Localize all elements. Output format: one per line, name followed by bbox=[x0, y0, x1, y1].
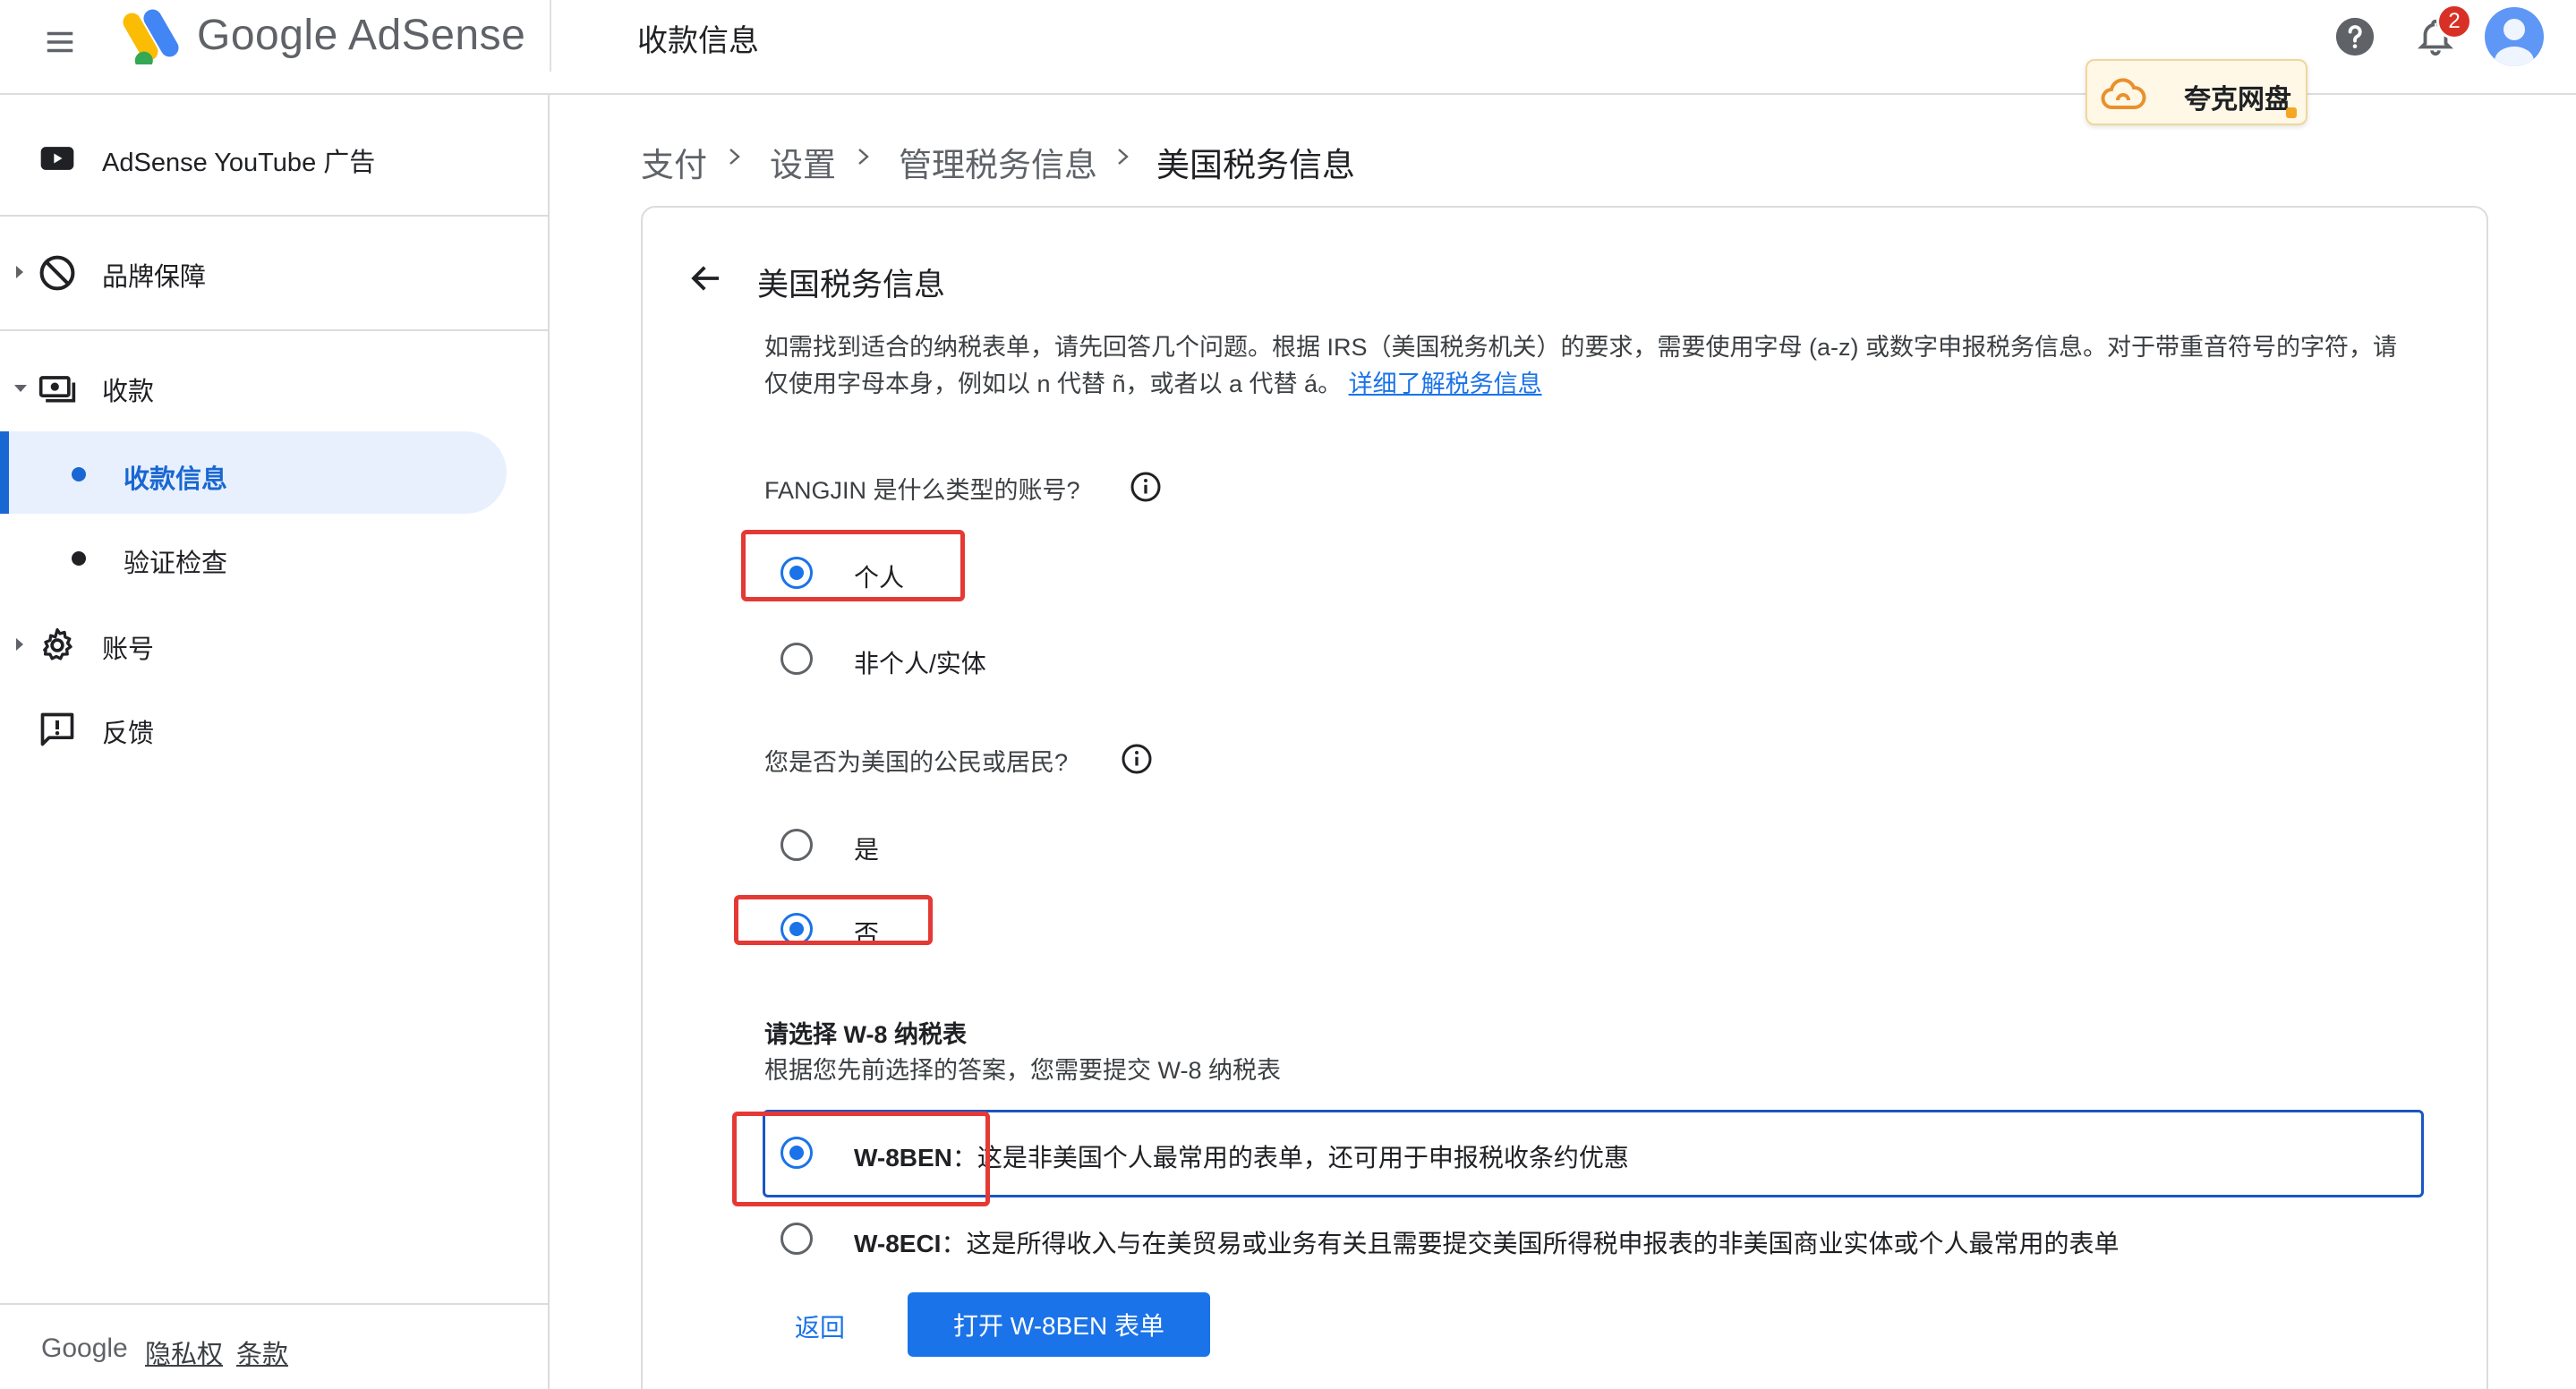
radio-button[interactable] bbox=[780, 913, 813, 945]
cloud-icon bbox=[2101, 78, 2146, 109]
sidebar-item-label: 账号 bbox=[102, 635, 155, 664]
breadcrumb-settings[interactable]: 设置 bbox=[770, 138, 836, 186]
chevron-right-icon bbox=[16, 266, 23, 278]
sidebar-item-label: AdSense YouTube 广告 bbox=[102, 149, 376, 177]
sidebar-divider bbox=[0, 215, 548, 217]
account-avatar[interactable] bbox=[2485, 7, 2544, 66]
privacy-link[interactable]: 隐私权 bbox=[145, 1334, 223, 1371]
radio-label: 个人 bbox=[854, 564, 905, 592]
bullet-icon bbox=[72, 551, 86, 566]
sidebar-item-youtube[interactable]: AdSense YouTube 广告 bbox=[0, 127, 548, 190]
active-indicator bbox=[0, 431, 9, 514]
form-description: ：这是所得收入与在美贸易或业务有关且需要提交美国所得税申报表的非美国商业实体或个… bbox=[941, 1230, 2120, 1257]
form-name: W-8BEN bbox=[854, 1144, 952, 1172]
sidebar-item-label: 收款信息 bbox=[124, 465, 228, 494]
form-name: W-8ECI bbox=[854, 1230, 942, 1257]
sidebar-divider bbox=[0, 329, 548, 331]
description-text: 如需找到适合的纳税表单，请先回答几个问题。根据 IRS（美国税务机关）的要求，需… bbox=[764, 334, 2398, 397]
breadcrumb-us-tax: 美国税务信息 bbox=[1156, 147, 1355, 183]
adsense-app: Google AdSense 收款信息 2 夸克网盘 AdSense YouTu… bbox=[0, 0, 2576, 1389]
sidebar-item-label: 收款 bbox=[102, 378, 155, 406]
us-citizen-question: 您是否为美国的公民或居民? bbox=[764, 749, 1069, 776]
radio-button[interactable] bbox=[780, 1137, 813, 1169]
sidebar: AdSense YouTube 广告 品牌保障 收款 收款信息 验证检查 账号 … bbox=[0, 95, 550, 1389]
account-type-question: FANGJIN 是什么类型的账号? bbox=[764, 477, 1080, 504]
card-title: 美国税务信息 bbox=[757, 268, 946, 303]
breadcrumb-payments[interactable]: 支付 bbox=[641, 138, 707, 186]
bullet-icon bbox=[72, 467, 86, 481]
sidebar-item-account[interactable]: 账号 bbox=[0, 614, 548, 677]
youtube-icon bbox=[40, 147, 74, 170]
block-icon bbox=[39, 255, 75, 291]
menu-icon[interactable] bbox=[39, 21, 81, 63]
payments-icon bbox=[38, 376, 76, 403]
radio-label: 非个人/实体 bbox=[854, 650, 986, 677]
sidebar-item-verification[interactable]: 验证检查 bbox=[0, 516, 548, 598]
radio-label: W-8BEN：这是非美国个人最常用的表单，还可用于申报税收条约优惠 bbox=[854, 1138, 1629, 1174]
top-app-bar: Google AdSense 收款信息 2 夸克网盘 bbox=[0, 0, 2576, 125]
terms-link[interactable]: 条款 bbox=[236, 1334, 288, 1371]
google-footer-logo: Google bbox=[41, 1334, 128, 1363]
notification-badge: 2 bbox=[2436, 4, 2472, 39]
chevron-right-icon bbox=[1118, 149, 1129, 165]
radio-button[interactable] bbox=[780, 829, 813, 861]
learn-more-link[interactable]: 详细了解税务信息 bbox=[1349, 371, 1542, 397]
adsense-logo-icon bbox=[123, 9, 179, 64]
sidebar-footer: Google 隐私权 条款 bbox=[0, 1303, 548, 1389]
sidebar-item-label: 验证检查 bbox=[124, 550, 228, 578]
radio-button[interactable] bbox=[780, 557, 813, 589]
chevron-right-icon bbox=[16, 638, 23, 651]
chevron-down-icon bbox=[14, 385, 27, 392]
chevron-right-icon bbox=[858, 149, 869, 165]
page-title: 收款信息 bbox=[637, 24, 759, 58]
breadcrumb-manage-tax[interactable]: 管理税务信息 bbox=[899, 138, 1097, 186]
open-w8ben-button[interactable]: 打开 W-8BEN 表单 bbox=[908, 1292, 1210, 1357]
sidebar-item-feedback[interactable]: 反馈 bbox=[0, 698, 548, 761]
radio-button[interactable] bbox=[780, 1223, 813, 1255]
gear-icon bbox=[43, 627, 73, 660]
chevron-right-icon bbox=[729, 149, 740, 165]
header-divider bbox=[550, 0, 551, 72]
info-icon[interactable] bbox=[1121, 743, 1153, 775]
quark-drive-button[interactable]: 夸克网盘 bbox=[2086, 59, 2307, 125]
info-icon[interactable] bbox=[1130, 471, 1162, 503]
quark-indicator bbox=[2286, 107, 2297, 118]
form-description: ：这是非美国个人最常用的表单，还可用于申报税收条约优惠 bbox=[951, 1144, 1629, 1172]
help-icon[interactable] bbox=[2334, 16, 2376, 57]
sidebar-item-payments[interactable]: 收款 bbox=[0, 356, 548, 419]
back-button[interactable]: 返回 bbox=[795, 1308, 845, 1344]
radio-button[interactable] bbox=[780, 643, 813, 675]
sidebar-item-label: 反馈 bbox=[102, 720, 155, 748]
radio-label: W-8ECI：这是所得收入与在美贸易或业务有关且需要提交美国所得税申报表的非美国… bbox=[854, 1224, 2119, 1260]
sidebar-item-brand-safety[interactable]: 品牌保障 bbox=[0, 242, 548, 304]
tax-description: 如需找到适合的纳税表单，请先回答几个问题。根据 IRS（美国税务机关）的要求，需… bbox=[764, 329, 2411, 403]
sidebar-item-label: 品牌保障 bbox=[102, 263, 207, 292]
back-arrow-icon[interactable] bbox=[687, 260, 725, 297]
w8-section-title: 请选择 W-8 纳税表 bbox=[764, 1021, 967, 1048]
w8-section-subtitle: 根据您先前选择的答案，您需要提交 W-8 纳税表 bbox=[764, 1057, 1282, 1084]
radio-label: 否 bbox=[854, 920, 880, 948]
feedback-icon bbox=[40, 712, 74, 746]
sidebar-item-payments-info[interactable]: 收款信息 bbox=[0, 431, 507, 514]
brand-title: Google AdSense bbox=[197, 12, 526, 59]
quark-label: 夸克网盘 bbox=[2184, 85, 2291, 115]
radio-label: 是 bbox=[854, 836, 880, 864]
